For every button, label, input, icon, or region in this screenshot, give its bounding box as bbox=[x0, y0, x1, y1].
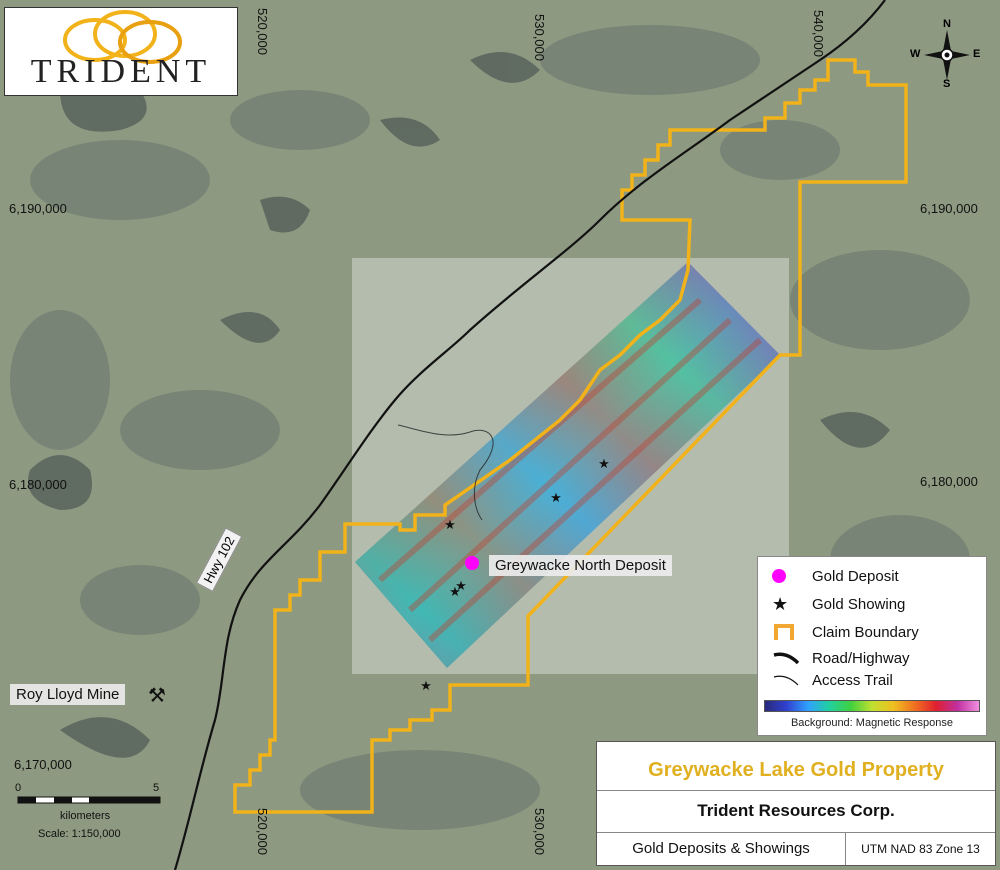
gold-showing-star: ★ bbox=[449, 585, 461, 600]
star-icon: ★ bbox=[772, 593, 789, 615]
deposit-label: Greywacke North Deposit bbox=[489, 555, 672, 576]
legend-item: Access Trail bbox=[772, 669, 893, 691]
logo-text: TRIDENT bbox=[30, 53, 212, 90]
map-legend: Gold Deposit ★ Gold Showing Claim Bounda… bbox=[757, 556, 987, 736]
scale-ratio: Scale: 1:150,000 bbox=[38, 828, 121, 840]
grid-label-right: 6,190,000 bbox=[920, 201, 978, 216]
grid-label-top: 520,000 bbox=[255, 8, 270, 55]
compass-e: E bbox=[973, 48, 981, 60]
legend-item: Claim Boundary bbox=[772, 621, 919, 643]
grid-label-right: 6,180,000 bbox=[920, 474, 978, 489]
thick-line-icon bbox=[773, 652, 800, 665]
legend-item: ★ Gold Showing bbox=[772, 593, 905, 615]
compass-s: S bbox=[943, 78, 951, 90]
grid-label-left: 6,180,000 bbox=[9, 477, 67, 492]
legend-label: Gold Showing bbox=[812, 595, 906, 613]
grid-label-top: 540,000 bbox=[811, 10, 826, 57]
title-block: Greywacke Lake Gold Property Trident Res… bbox=[596, 741, 996, 866]
gold-showing-star: ★ bbox=[550, 491, 562, 506]
scale-start: 0 bbox=[15, 782, 22, 794]
scale-end: 5 bbox=[153, 782, 160, 794]
grid-label-top: 530,000 bbox=[532, 14, 547, 61]
scale-unit: kilometers bbox=[60, 810, 111, 822]
gold-showing-star: ★ bbox=[420, 679, 432, 694]
compass-rose-icon: N S W E bbox=[910, 18, 981, 90]
compass-n: N bbox=[943, 18, 951, 30]
legend-label: Access Trail bbox=[812, 671, 893, 689]
pink-circle-icon bbox=[772, 569, 786, 583]
map-graphics: ★ ★ ★ ★ ★ ★ bbox=[0, 0, 1000, 870]
trident-logo: TRIDENT bbox=[4, 7, 238, 96]
pick-hammer-icon: ⚒ bbox=[148, 685, 166, 707]
compass-w: W bbox=[910, 48, 921, 60]
gold-showing-star: ★ bbox=[598, 457, 610, 472]
grid-label-bottom: 520,000 bbox=[255, 808, 270, 855]
map-canvas[interactable]: ★ ★ ★ ★ ★ ★ TRIDENT 520,000 530,000 540,… bbox=[0, 0, 1000, 870]
legend-item: Road/Highway bbox=[772, 647, 910, 669]
scale-bar-graphic bbox=[17, 796, 161, 804]
legend-item: Gold Deposit bbox=[772, 565, 899, 587]
company-name: Trident Resources Corp. bbox=[597, 790, 995, 831]
claim-corner-icon bbox=[774, 624, 794, 640]
legend-label: Gold Deposit bbox=[812, 567, 899, 585]
grid-label-left: 6,170,000 bbox=[14, 757, 72, 772]
gold-showing-star: ★ bbox=[444, 518, 456, 533]
property-title: Greywacke Lake Gold Property bbox=[648, 759, 944, 781]
grid-label-bottom: 530,000 bbox=[532, 808, 547, 855]
legend-label: Road/Highway bbox=[812, 649, 910, 667]
magnetic-color-ramp bbox=[764, 700, 980, 712]
legend-background-caption: Background: Magnetic Response bbox=[790, 717, 954, 729]
gold-deposit-marker bbox=[465, 556, 479, 570]
thin-line-icon bbox=[773, 675, 799, 686]
mine-label: Roy Lloyd Mine bbox=[10, 684, 126, 705]
grid-label-left: 6,190,000 bbox=[9, 201, 67, 216]
legend-label: Claim Boundary bbox=[812, 623, 919, 641]
projection-label: UTM NAD 83 Zone 13 bbox=[846, 832, 995, 865]
map-subtitle: Gold Deposits & Showings bbox=[597, 832, 846, 865]
